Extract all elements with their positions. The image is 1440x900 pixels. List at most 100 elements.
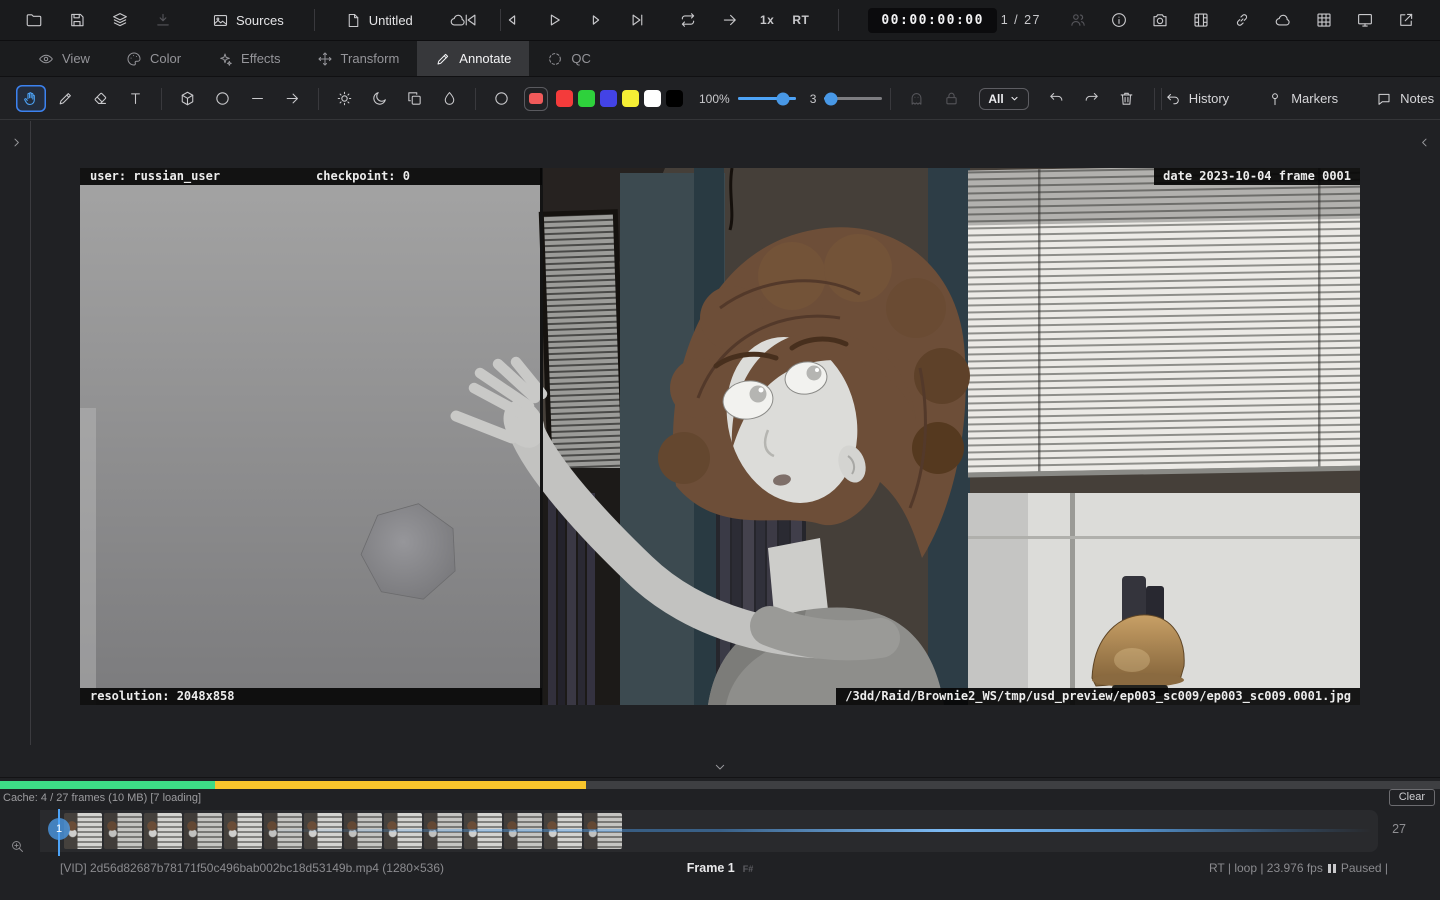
- brush-size-slider[interactable]: [824, 92, 883, 105]
- layers-icon[interactable]: [108, 8, 132, 32]
- undo-icon[interactable]: [1041, 85, 1071, 112]
- folder-icon[interactable]: [22, 8, 46, 32]
- timeline-collapse-button[interactable]: [707, 757, 733, 777]
- annotation-filter-select[interactable]: All: [979, 87, 1029, 110]
- untitled-document-button[interactable]: Untitled: [345, 12, 413, 29]
- filepath-overlay: /3dd/Raid/Brownie2_WS/tmp/usd_preview/ep…: [836, 688, 1360, 705]
- tab-label: Color: [149, 51, 182, 66]
- loop-icon[interactable]: [676, 8, 700, 32]
- download-icon[interactable]: [151, 8, 175, 32]
- timeline: 1 27: [0, 808, 1440, 856]
- timeline-zoom-icon[interactable]: [10, 839, 27, 856]
- sources-button[interactable]: Sources: [212, 12, 284, 29]
- notes-button[interactable]: Notes: [1376, 91, 1434, 107]
- left-panel-toggle[interactable]: [6, 132, 26, 152]
- ghost-icon[interactable]: [902, 85, 932, 112]
- image-icon: [212, 12, 229, 29]
- mode-tabbar: View Color Effects Transform Annotate QC: [0, 41, 1440, 77]
- moon-tool[interactable]: [365, 85, 395, 112]
- eraser-tool[interactable]: [86, 85, 116, 112]
- line-tool[interactable]: [243, 85, 273, 112]
- timeline-thumbnail[interactable]: [144, 813, 182, 849]
- monitor-icon[interactable]: [1353, 8, 1377, 32]
- tab-label: QC: [571, 51, 591, 66]
- timeline-thumbnail[interactable]: [104, 813, 142, 849]
- color-swatch[interactable]: [643, 90, 661, 107]
- link-icon[interactable]: [1230, 8, 1254, 32]
- current-color-swatch[interactable]: [524, 86, 548, 111]
- move-icon: [317, 51, 333, 67]
- opacity-slider[interactable]: [737, 92, 796, 105]
- color-swatch[interactable]: [665, 90, 683, 107]
- tab-qc[interactable]: QC: [529, 41, 609, 76]
- grid-icon[interactable]: [1312, 8, 1336, 32]
- color-ring-tool[interactable]: [487, 85, 517, 112]
- file-icon-group: [22, 8, 175, 32]
- droplet-tool[interactable]: [435, 85, 465, 112]
- film-icon[interactable]: [1189, 8, 1213, 32]
- external-icon[interactable]: [1394, 8, 1418, 32]
- speed-button[interactable]: 1x: [760, 13, 774, 27]
- ghost-lock-group: [899, 85, 969, 112]
- text-tool[interactable]: [121, 85, 151, 112]
- step-forward-icon[interactable]: [584, 8, 608, 32]
- cache-clear-button[interactable]: Clear: [1388, 789, 1435, 806]
- pause-icon: [1327, 863, 1336, 873]
- lock-icon[interactable]: [937, 85, 967, 112]
- trash-icon[interactable]: [1111, 85, 1141, 112]
- palette-icon: [126, 51, 142, 67]
- sun-tool[interactable]: [330, 85, 360, 112]
- history-button[interactable]: History: [1165, 91, 1229, 107]
- save-icon[interactable]: [65, 8, 89, 32]
- hand-tool[interactable]: [15, 85, 46, 112]
- media-info: [VID] 2d56d82687b78171f50c496bab002bc18d…: [60, 861, 444, 875]
- info-icon[interactable]: [1107, 8, 1131, 32]
- tab-effects[interactable]: Effects: [199, 41, 299, 76]
- color-swatch[interactable]: [555, 90, 573, 107]
- skip-end-icon[interactable]: [626, 8, 650, 32]
- pencil-tool[interactable]: [51, 85, 81, 112]
- right-panel-toggle[interactable]: [1414, 132, 1434, 152]
- frame-indicator: Frame 1 F#: [687, 861, 753, 875]
- play-icon[interactable]: [542, 8, 566, 32]
- history-label: History: [1188, 91, 1230, 106]
- markers-button[interactable]: Markers: [1267, 91, 1338, 107]
- divider: [318, 87, 319, 110]
- circle-tool[interactable]: [208, 85, 238, 112]
- play-direction-icon[interactable]: [718, 8, 742, 32]
- transport-controls: 1x RT 00:00:00:00: [458, 0, 997, 40]
- tab-label: View: [62, 51, 90, 66]
- divider: [161, 87, 162, 110]
- cube-tool[interactable]: [173, 85, 203, 112]
- color-swatch[interactable]: [599, 90, 617, 107]
- viewer-frame[interactable]: user: russian_user checkpoint: 0 date 20…: [80, 168, 1360, 705]
- realtime-button[interactable]: RT: [792, 13, 809, 27]
- timeline-track[interactable]: [40, 810, 1378, 852]
- arrow-right-tool[interactable]: [278, 85, 308, 112]
- skip-start-icon[interactable]: [458, 8, 482, 32]
- copy-tool[interactable]: [400, 85, 430, 112]
- pencil-icon: [435, 51, 451, 67]
- annotate-toolbar: 100% 3 All History Markers Notes: [0, 78, 1440, 120]
- color-swatch[interactable]: [621, 90, 639, 107]
- divider: [1153, 87, 1155, 110]
- tab-color[interactable]: Color: [108, 41, 199, 76]
- cloud-icon[interactable]: [1271, 8, 1295, 32]
- people-icon[interactable]: [1066, 8, 1090, 32]
- divider: [0, 777, 1440, 778]
- frame-format-toggle[interactable]: F#: [743, 864, 754, 874]
- color-swatch[interactable]: [577, 90, 595, 107]
- resolution-overlay: resolution: 2048x858: [90, 689, 235, 703]
- playhead-knob[interactable]: 1: [48, 818, 70, 840]
- redo-icon[interactable]: [1076, 85, 1106, 112]
- overlay-top: user: russian_user checkpoint: 0 date 20…: [80, 168, 1360, 185]
- tab-view[interactable]: View: [20, 41, 108, 76]
- color-palette: [553, 90, 685, 107]
- tab-annotate[interactable]: Annotate: [417, 41, 530, 76]
- edit-group: [1039, 85, 1144, 112]
- camera-icon[interactable]: [1148, 8, 1172, 32]
- step-back-icon[interactable]: [500, 8, 524, 32]
- timeline-thumbnail[interactable]: [184, 813, 222, 849]
- history-icon: [1165, 91, 1181, 107]
- tab-transform[interactable]: Transform: [299, 41, 418, 76]
